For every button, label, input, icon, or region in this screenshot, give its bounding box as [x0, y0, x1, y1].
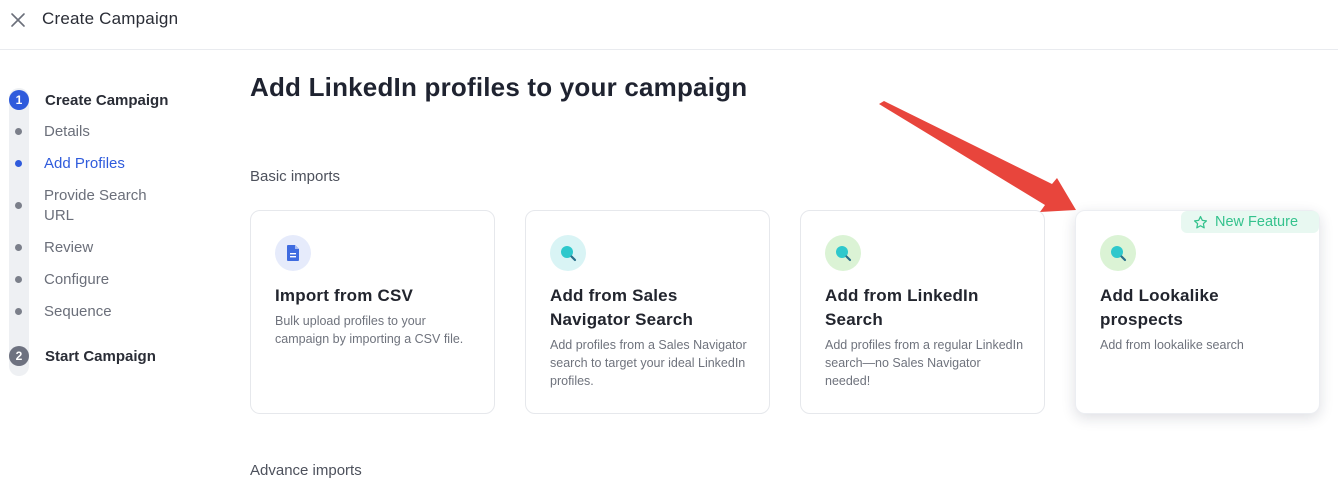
step-create-campaign: 1 Create Campaign [9, 90, 168, 110]
search-icon [550, 235, 586, 271]
card-title: Add from Sales Navigator Search [550, 286, 694, 329]
substep-label: Sequence [44, 303, 112, 320]
close-icon[interactable] [8, 10, 28, 30]
substep-configure[interactable]: Configure [15, 270, 174, 290]
basic-imports-label: Basic imports [250, 168, 341, 185]
card-title: Import from CSV [275, 286, 414, 305]
star-icon [1193, 215, 1208, 228]
substep-review[interactable]: Review [15, 238, 174, 258]
linkedin-search-card[interactable]: Add from LinkedIn Search Add profiles fr… [800, 210, 1045, 414]
import-csv-card[interactable]: Import from CSV Bulk upload profiles to … [250, 210, 495, 414]
sales-navigator-card[interactable]: Add from Sales Navigator Search Add prof… [525, 210, 770, 414]
substep-provide-search-url[interactable]: Provide Search URL [15, 186, 164, 226]
advance-imports-label: Advance imports [250, 462, 362, 479]
card-description: Bulk upload profiles to your campaign by… [275, 314, 464, 346]
card-title: Add from LinkedIn Search [825, 286, 979, 329]
step-number-2: 2 [9, 346, 29, 366]
substep-label: Review [44, 239, 94, 256]
substep-label: Provide Search URL [44, 187, 147, 224]
search-icon [825, 235, 861, 271]
substep-sequence[interactable]: Sequence [15, 302, 174, 322]
card-description: Add profiles from a Sales Navigator sear… [550, 338, 747, 388]
step-number-1: 1 [9, 90, 29, 110]
step-start-campaign: 2 Start Campaign [9, 346, 156, 366]
substep-label: Add Profiles [44, 155, 125, 172]
top-bar: Create Campaign [0, 0, 1338, 50]
substep-add-profiles[interactable]: Add Profiles [15, 154, 174, 174]
step-dot [15, 244, 22, 251]
substep-details[interactable]: Details [15, 122, 174, 142]
badge-text: New Feature [1215, 214, 1299, 230]
step-dot [15, 128, 22, 135]
lookalike-prospects-card[interactable]: Add Lookalike prospects Add from lookali… [1075, 210, 1320, 414]
step-label: Start Campaign [45, 347, 156, 365]
substep-label: Details [44, 123, 90, 140]
step-dot [15, 276, 22, 283]
card-description: Add profiles from a regular LinkedIn sea… [825, 338, 1024, 388]
card-title: Add Lookalike prospects [1100, 286, 1219, 329]
search-icon [1100, 235, 1136, 271]
step-dot [15, 202, 22, 209]
substep-label: Configure [44, 271, 110, 288]
step-label: Create Campaign [45, 91, 169, 109]
page-title: Add LinkedIn profiles to your campaign [250, 72, 748, 102]
step-dot-active [15, 160, 22, 167]
document-icon [275, 235, 311, 271]
card-description: Add from lookalike search [1100, 338, 1244, 352]
new-feature-badge: New Feature [1181, 211, 1319, 233]
page-header-title: Create Campaign [42, 9, 179, 28]
step-dot [15, 308, 22, 315]
